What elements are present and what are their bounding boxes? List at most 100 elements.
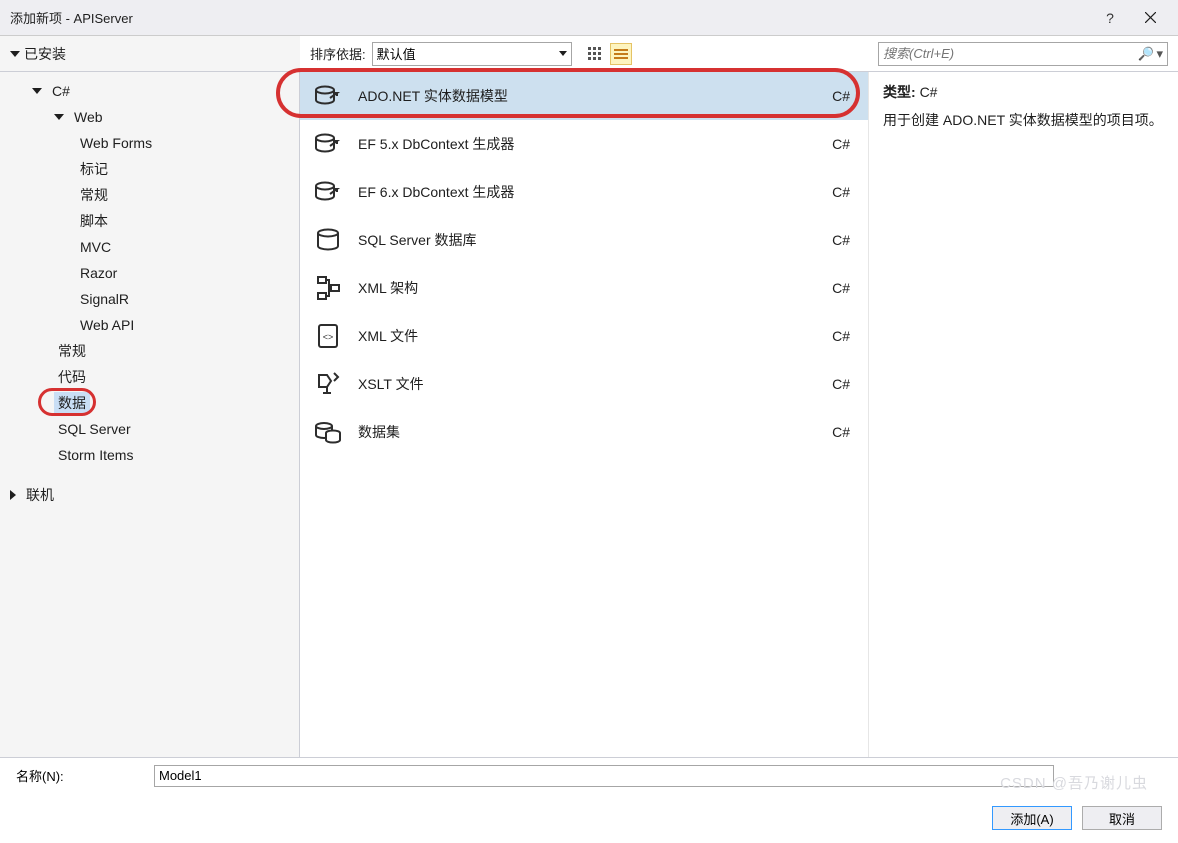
tree-item-label: Web Forms (76, 134, 156, 152)
template-language: C# (832, 88, 856, 104)
tree-item-常规[interactable]: 常规 (0, 182, 299, 208)
tree-item-C#[interactable]: C# (0, 78, 299, 104)
db-icon (312, 224, 344, 256)
toolbar: 已安装 排序依据: 默认值 🔍 ▾ (0, 36, 1178, 72)
tree-item-SignalR[interactable]: SignalR (0, 286, 299, 312)
tree-item-label: 数据 (54, 392, 90, 414)
tree-item-label: 联机 (22, 484, 58, 506)
xslt-icon (312, 368, 344, 400)
tree-item-常规[interactable]: 常规 (0, 338, 299, 364)
close-icon (1145, 12, 1156, 23)
tree-item-Web[interactable]: Web (0, 104, 299, 130)
main-area: C#WebWeb Forms标记常规脚本MVCRazorSignalRWeb A… (0, 72, 1178, 757)
cancel-button[interactable]: 取消 (1082, 806, 1162, 830)
template-list: ADO.NET 实体数据模型C#EF 5.x DbContext 生成器C#EF… (300, 72, 868, 757)
template-label: XML 架构 (358, 278, 818, 298)
template-label: ADO.NET 实体数据模型 (358, 86, 818, 106)
tree-item-label: MVC (76, 238, 115, 256)
tree-item-label: 常规 (76, 184, 112, 206)
template-item[interactable]: EF 6.x DbContext 生成器 C# (300, 168, 868, 216)
view-medium-icons-button[interactable] (584, 43, 606, 65)
sidebar-header[interactable]: 已安装 (0, 36, 300, 71)
xsd-icon (312, 272, 344, 304)
view-small-icons-button[interactable] (610, 43, 632, 65)
add-button[interactable]: 添加(A) (992, 806, 1072, 830)
template-language: C# (832, 184, 856, 200)
template-label: XSLT 文件 (358, 374, 818, 394)
dialog-buttons: 添加(A) 取消 (0, 793, 1178, 843)
template-item[interactable]: XML 架构 C# (300, 264, 868, 312)
template-language: C# (832, 376, 856, 392)
template-language: C# (832, 280, 856, 296)
template-label: EF 6.x DbContext 生成器 (358, 182, 818, 202)
template-item[interactable]: ADO.NET 实体数据模型 C# (300, 72, 868, 120)
name-label: 名称(N): (16, 766, 146, 785)
dataset-icon (312, 416, 344, 448)
tree-item-MVC[interactable]: MVC (0, 234, 299, 260)
search-input[interactable] (883, 46, 1138, 61)
tree-item-label: 代码 (54, 366, 90, 388)
template-item[interactable]: SQL Server 数据库 C# (300, 216, 868, 264)
chevron-down-icon (559, 51, 567, 56)
svg-text:<>: <> (323, 332, 334, 342)
grid-icon (588, 47, 602, 61)
template-item[interactable]: <> XML 文件 C# (300, 312, 868, 360)
db-arrow-icon (312, 80, 344, 112)
info-type-value: C# (920, 84, 938, 100)
tree-item-label: C# (48, 82, 74, 100)
db-arrow-icon (312, 128, 344, 160)
tree-item-Web API[interactable]: Web API (0, 312, 299, 338)
template-label: SQL Server 数据库 (358, 230, 818, 250)
info-description: 用于创建 ADO.NET 实体数据模型的项目项。 (883, 110, 1164, 131)
template-label: EF 5.x DbContext 生成器 (358, 134, 818, 154)
template-language: C# (832, 328, 856, 344)
tree-item-代码[interactable]: 代码 (0, 364, 299, 390)
template-item[interactable]: EF 5.x DbContext 生成器 C# (300, 120, 868, 168)
tree-item-label: 脚本 (76, 210, 112, 232)
info-type-label: 类型: (883, 84, 916, 100)
search-box[interactable]: 🔍 ▾ (878, 42, 1168, 66)
template-language: C# (832, 136, 856, 152)
template-label: XML 文件 (358, 326, 818, 346)
tree-item-标记[interactable]: 标记 (0, 156, 299, 182)
tree-item-label: Web (70, 108, 107, 126)
close-button[interactable] (1130, 3, 1170, 33)
sort-value: 默认值 (377, 44, 416, 63)
help-button[interactable]: ? (1090, 3, 1130, 33)
xml-icon: <> (312, 320, 344, 352)
tree-item-label: Razor (76, 264, 121, 282)
titlebar: 添加新项 - APIServer ? (0, 0, 1178, 36)
template-label: 数据集 (358, 422, 818, 442)
template-item[interactable]: XSLT 文件 C# (300, 360, 868, 408)
tree-item-脚本[interactable]: 脚本 (0, 208, 299, 234)
db-arrow-icon (312, 176, 344, 208)
tree-item-label: Web API (76, 316, 138, 334)
name-row: 名称(N): (0, 757, 1178, 793)
list-icon (614, 48, 628, 60)
chevron-right-icon (10, 490, 16, 500)
sort-combobox[interactable]: 默认值 (372, 42, 572, 66)
tree-item-Storm Items[interactable]: Storm Items (0, 442, 299, 468)
sort-label: 排序依据: (310, 44, 366, 63)
search-dropdown-icon[interactable]: ▾ (1156, 46, 1163, 62)
tree-item-label: Storm Items (54, 446, 137, 464)
tree-item-label: 常规 (54, 340, 90, 362)
template-item[interactable]: 数据集 C# (300, 408, 868, 456)
tree-item-online[interactable]: 联机 (0, 482, 299, 508)
tree-item-Web Forms[interactable]: Web Forms (0, 130, 299, 156)
name-input[interactable] (154, 765, 1054, 787)
template-language: C# (832, 424, 856, 440)
installed-label: 已安装 (24, 44, 66, 64)
chevron-icon (32, 88, 42, 94)
tree-item-数据[interactable]: 数据 (0, 390, 299, 416)
tree-item-Razor[interactable]: Razor (0, 260, 299, 286)
tree-item-label: 标记 (76, 158, 112, 180)
window-title: 添加新项 - APIServer (8, 8, 1090, 27)
search-icon[interactable]: 🔍 (1138, 46, 1154, 62)
chevron-down-icon (10, 51, 20, 57)
info-panel: 类型: C# 用于创建 ADO.NET 实体数据模型的项目项。 (868, 72, 1178, 757)
tree-item-label: SignalR (76, 290, 133, 308)
tree-item-label: SQL Server (54, 420, 135, 438)
template-language: C# (832, 232, 856, 248)
tree-item-SQL Server[interactable]: SQL Server (0, 416, 299, 442)
